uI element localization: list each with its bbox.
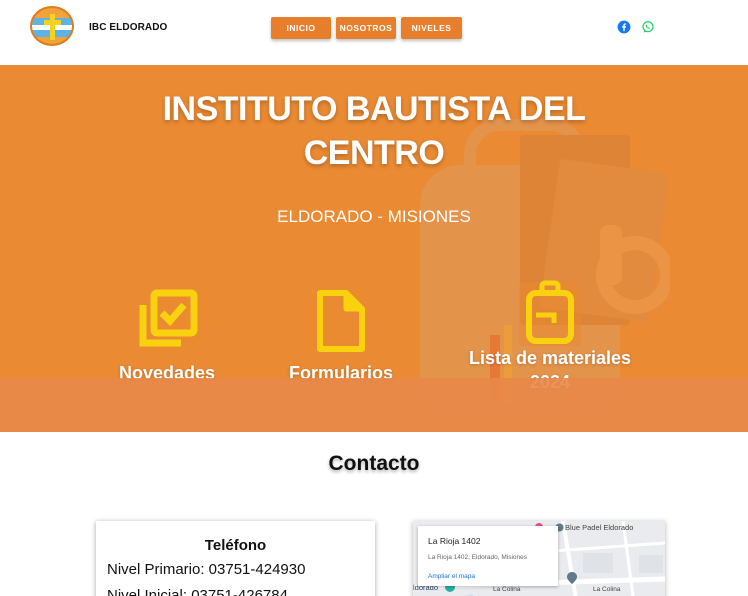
hero-title: INSTITUTO BAUTISTA DEL CENTRO	[0, 87, 748, 175]
facebook-icon[interactable]	[617, 20, 631, 34]
map-enlarge-link[interactable]: Ampliar el mapa	[428, 573, 475, 580]
contact-heading: Contacto	[328, 452, 420, 475]
map-place-padel[interactable]: Blue Padel Eldorado	[565, 523, 633, 532]
map-place-lacolina-right: La Colina	[593, 586, 621, 593]
nav-niveles-button[interactable]: NIVELES	[401, 17, 462, 39]
school-logo[interactable]	[30, 6, 74, 46]
embedded-map[interactable]: Blue Padel Eldorado La Colina ldorado La…	[413, 521, 665, 596]
phone-card-title: Teléfono	[204, 537, 267, 554]
phone-card: Teléfono Nivel Primario: 03751-424930 Ni…	[96, 521, 375, 596]
brand-name[interactable]: IBC ELDORADO	[89, 22, 167, 33]
map-popup-title: La Rioja 1402	[428, 536, 481, 546]
hero-bottom-strip	[0, 378, 748, 432]
feature-materiales-text-line1: Lista de materiales	[468, 348, 632, 368]
checklist-icon[interactable]	[133, 285, 201, 355]
page: IBC ELDORADO INICIO NOSOTROS NIVELES INS…	[0, 0, 748, 596]
document-icon[interactable]	[306, 285, 374, 355]
hero-subtitle: ELDORADO - MISIONES	[277, 207, 471, 226]
hero-title-line1: INSTITUTO BAUTISTA DEL	[162, 90, 586, 128]
backpack-icon[interactable]	[516, 279, 584, 349]
map-place-lacolina-left: La Colina	[493, 586, 521, 593]
whatsapp-icon[interactable]	[641, 20, 655, 34]
site-header: IBC ELDORADO INICIO NOSOTROS NIVELES	[0, 0, 748, 62]
map-popup-address: La Rioja 1402, Eldorado, Misiones	[428, 554, 528, 561]
hero-banner: INSTITUTO BAUTISTA DEL CENTRO ELDORADO -…	[0, 65, 748, 432]
nav-inicio-button[interactable]: INICIO	[271, 17, 331, 39]
phone-inicial: Nivel Inicial: 03751-426784	[107, 587, 288, 596]
nav-nosotros-button[interactable]: NOSOTROS	[336, 17, 396, 39]
map-marker-icon[interactable]	[567, 572, 577, 584]
hero-title-line2: CENTRO	[303, 134, 445, 172]
map-info-popup: La Rioja 1402 La Rioja 1402, Eldorado, M…	[418, 526, 558, 586]
phone-primario: Nivel Primario: 03751-424930	[107, 561, 306, 578]
